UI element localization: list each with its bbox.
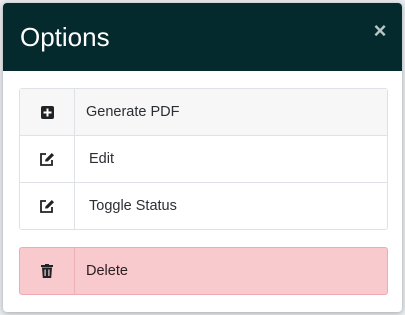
options-modal: Options × Generate PDF Edit Toggle Statu… — [3, 3, 402, 312]
trash-icon — [41, 264, 53, 278]
edit-icon — [39, 152, 55, 167]
icon-cell — [20, 136, 75, 182]
close-button[interactable]: × — [371, 20, 389, 42]
option-label: Toggle Status — [89, 198, 177, 214]
edit-icon — [39, 199, 55, 214]
option-label: Generate PDF — [86, 104, 180, 120]
modal-header: Options × — [3, 3, 402, 71]
delete-button[interactable]: Delete — [19, 247, 388, 295]
close-icon: × — [373, 18, 387, 43]
options-list: Generate PDF Edit Toggle Status — [19, 88, 388, 230]
edit-option[interactable]: Edit — [20, 135, 387, 182]
generate-pdf-option[interactable]: Generate PDF — [20, 89, 387, 135]
icon-cell — [20, 183, 75, 229]
icon-cell — [20, 248, 75, 294]
option-label: Edit — [89, 151, 114, 167]
modal-title: Options — [20, 22, 110, 52]
toggle-status-option[interactable]: Toggle Status — [20, 182, 387, 229]
icon-cell — [20, 89, 75, 135]
plus-square-icon — [40, 105, 54, 119]
delete-label: Delete — [86, 263, 128, 279]
